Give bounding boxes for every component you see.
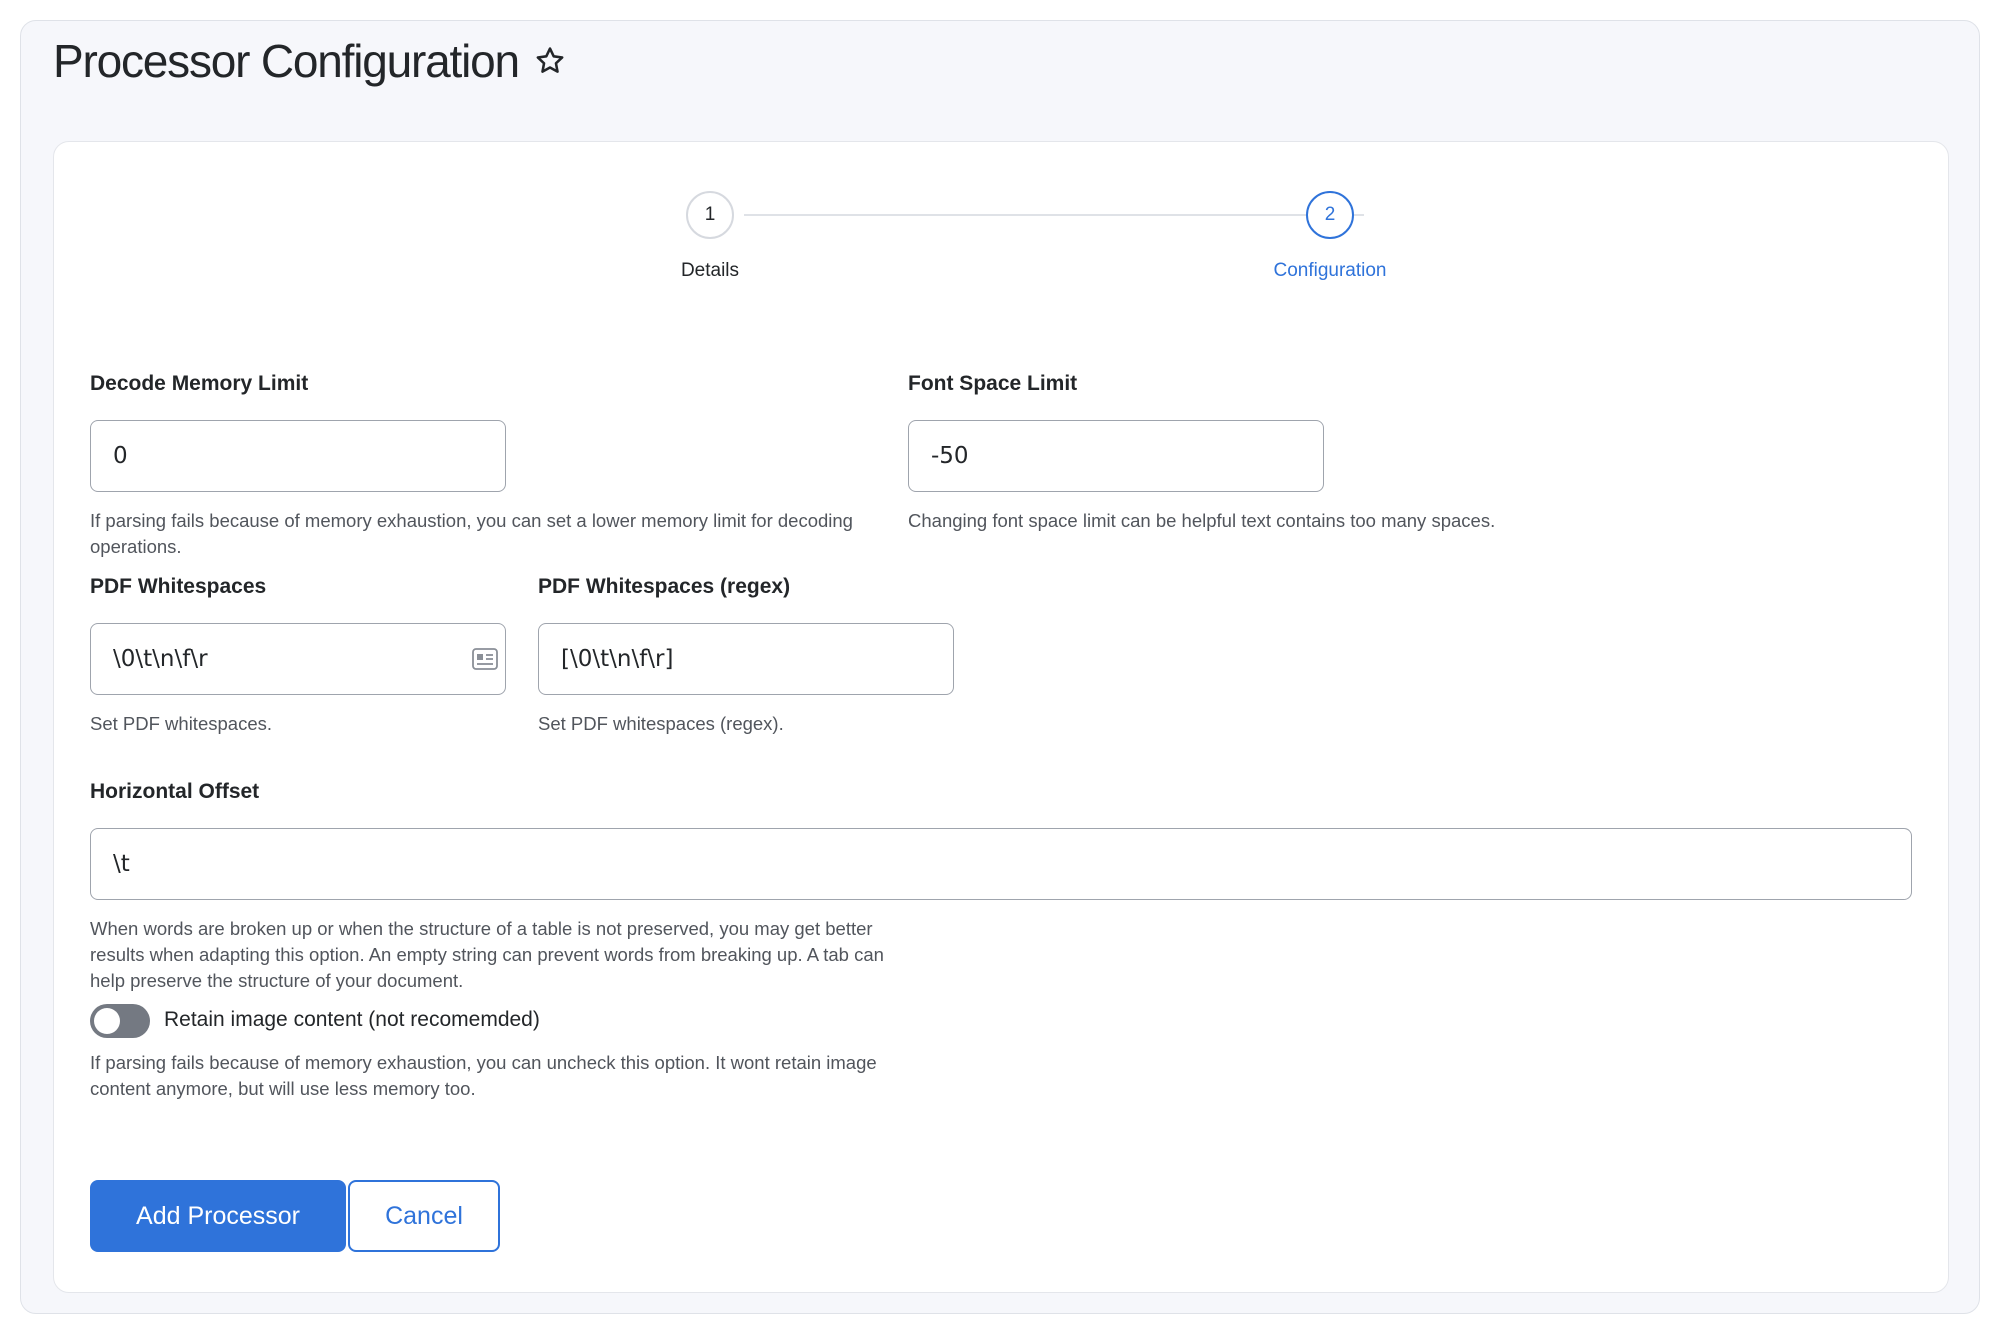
horizontal-offset-help: When words are broken up or when the str… (90, 918, 884, 991)
retain-image-label[interactable]: Retain image content (not recomemded) (164, 1008, 540, 1032)
step-1-indicator[interactable]: 1 (686, 191, 734, 239)
step-1-label[interactable]: Details (590, 260, 830, 282)
retain-image-help: If parsing fails because of memory exhau… (90, 1052, 877, 1099)
decode-memory-limit-label: Decode Memory Limit (90, 372, 309, 395)
form-card: 1 2 Details Configuration Decode Memory … (53, 141, 1949, 1293)
step-2-label[interactable]: Configuration (1210, 260, 1450, 282)
star-icon[interactable] (533, 44, 567, 78)
add-processor-button[interactable]: Add Processor (90, 1180, 346, 1252)
pdf-whitespaces-regex-input[interactable] (538, 623, 954, 695)
pdf-whitespaces-input[interactable] (90, 623, 506, 695)
pdf-whitespaces-regex-help: Set PDF whitespaces (regex). (538, 713, 784, 734)
cancel-button[interactable]: Cancel (348, 1180, 500, 1252)
page-container: Processor Configuration 1 2 Details Conf… (20, 20, 1980, 1314)
horizontal-offset-input[interactable] (90, 828, 1912, 900)
stepper-connector (744, 214, 1364, 216)
toggle-knob (94, 1008, 120, 1034)
list-card-icon[interactable] (472, 648, 498, 670)
page-title: Processor Configuration (53, 35, 520, 87)
step-2-indicator[interactable]: 2 (1306, 191, 1354, 239)
pdf-whitespaces-label: PDF Whitespaces (90, 575, 267, 598)
pdf-whitespaces-regex-label: PDF Whitespaces (regex) (538, 575, 791, 598)
font-space-limit-help: Changing font space limit can be helpful… (908, 510, 1496, 531)
page-header: Processor Configuration (53, 25, 567, 97)
retain-image-toggle[interactable] (90, 1004, 150, 1038)
decode-memory-limit-input[interactable] (90, 420, 506, 492)
horizontal-offset-label: Horizontal Offset (90, 780, 260, 803)
font-space-limit-input[interactable] (908, 420, 1324, 492)
font-space-limit-label: Font Space Limit (908, 372, 1078, 395)
decode-memory-limit-help: If parsing fails because of memory exhau… (90, 510, 853, 557)
pdf-whitespaces-help: Set PDF whitespaces. (90, 713, 272, 734)
